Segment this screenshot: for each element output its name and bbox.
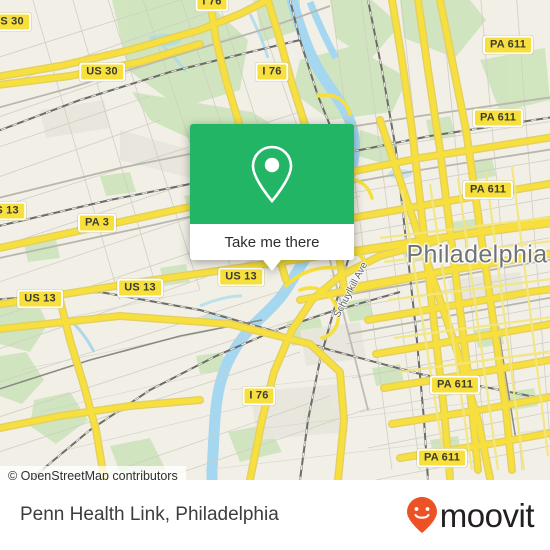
moovit-smiley-pin-icon [406, 497, 437, 533]
moovit-brand[interactable]: moovit [406, 496, 535, 534]
road-shield-pa611-bottom: PA 611 [416, 448, 468, 468]
road-shield-us30: US 30 [79, 62, 125, 82]
footer-bar: Penn Health Link, Philadelphia moovit [0, 480, 550, 550]
location-popup-card[interactable]: Take me there [190, 124, 354, 271]
road-shield-pa611-topright: PA 611 [482, 35, 534, 55]
map-pin-icon [251, 145, 293, 203]
road-shield-us13-right: US 13 [218, 267, 264, 287]
map-screenshot: Philadelphia Schuylkill Ave I 76 PA 611 … [0, 0, 550, 550]
road-shield-i76-lower: I 76 [242, 386, 276, 406]
road-shield-us13-center: US 13 [117, 278, 163, 298]
road-shield-pa611-upper: PA 611 [472, 108, 524, 128]
road-shield-i76-top: I 76 [195, 0, 229, 12]
road-shield-pa611-lower: PA 611 [429, 375, 481, 395]
popup-cta-row[interactable]: Take me there [190, 224, 354, 260]
place-name-label: Penn Health Link, Philadelphia [20, 504, 279, 525]
road-shield-us13-far-left: US 13 [17, 289, 63, 309]
take-me-there-label: Take me there [224, 233, 320, 251]
road-shield-pa611-mid: PA 611 [462, 180, 514, 200]
road-shield-i76-upper: I 76 [255, 62, 289, 82]
moovit-wordmark: moovit [439, 496, 535, 534]
popup-header [190, 124, 354, 224]
road-shield-us13-left: US 13 [0, 201, 26, 221]
road-shield-pa3: PA 3 [77, 213, 117, 233]
popup-pointer [263, 260, 281, 271]
map-attribution[interactable]: © OpenStreetMap contributors [0, 466, 186, 480]
road-shield-us30-topleft: US 30 [0, 12, 31, 32]
map-canvas[interactable]: Philadelphia Schuylkill Ave I 76 PA 611 … [0, 0, 550, 480]
